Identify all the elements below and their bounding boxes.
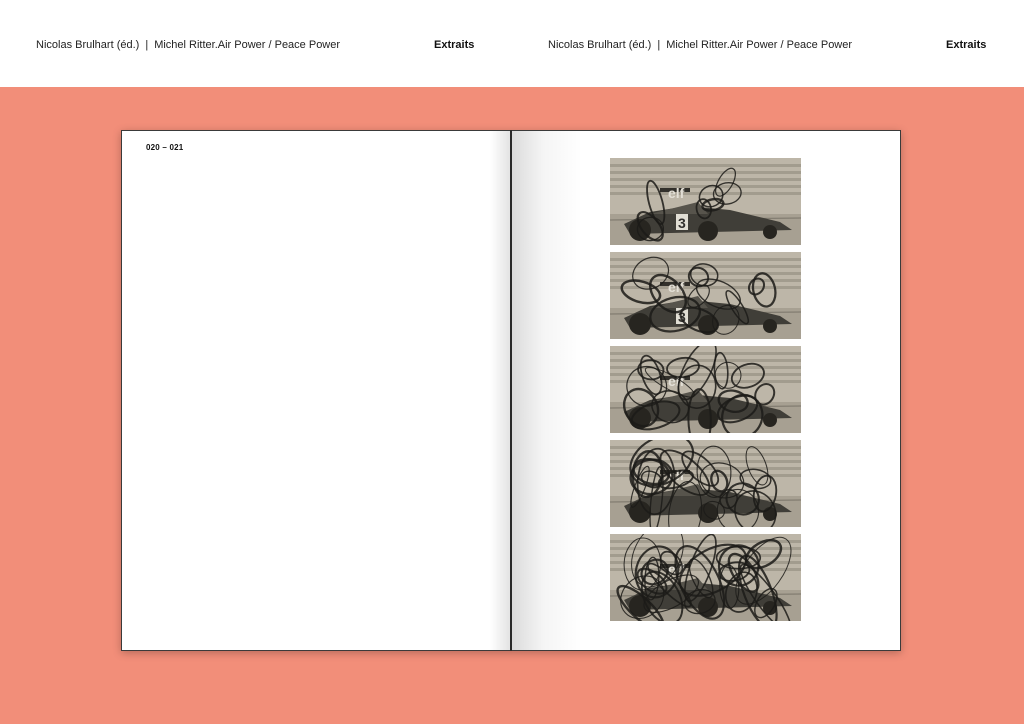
- credit-separator: |: [657, 39, 661, 51]
- photo-tint: [610, 158, 801, 245]
- left-page: 020 – 021: [121, 130, 512, 651]
- photo-tint: [610, 346, 801, 433]
- credit-separator: |: [145, 39, 149, 51]
- photo-image: elf3: [610, 158, 801, 245]
- race-car-photo: elf: [610, 534, 801, 621]
- header-credit-left: Nicolas Brulhart (éd.) | Michel Ritter.Air…: [36, 39, 340, 51]
- photo-tint: [610, 534, 801, 621]
- race-car-photo: elf: [610, 440, 801, 527]
- section-label-right: Extraits: [946, 39, 987, 51]
- gutter-shadow-left: [490, 131, 512, 650]
- book-spine: [510, 130, 512, 651]
- race-car-photo: elf 3: [610, 158, 801, 245]
- book-spread: 020 – 021 elf 3 elf 3 elf elf elf: [121, 130, 901, 651]
- credit-title: Michel Ritter.Air Power / Peace Power: [154, 39, 341, 51]
- right-page: elf 3 elf 3 elf elf elf: [511, 130, 901, 651]
- gutter-shadow-right: [512, 131, 582, 650]
- photo-image: elf3: [610, 252, 801, 339]
- photo-tint: [610, 440, 801, 527]
- credit-title: Michel Ritter.Air Power / Peace Power: [666, 39, 853, 51]
- photo-stack: elf 3 elf 3 elf elf elf: [610, 158, 801, 628]
- photo-image: elf: [610, 346, 801, 433]
- race-car-photo: elf 3: [610, 252, 801, 339]
- header-bar: Nicolas Brulhart (éd.) | Michel Ritter.Air…: [0, 0, 1024, 87]
- photo-image: elf: [610, 440, 801, 527]
- credit-authors: Nicolas Brulhart (éd.): [548, 39, 652, 51]
- credit-authors: Nicolas Brulhart (éd.): [36, 39, 140, 51]
- race-car-photo: elf: [610, 346, 801, 433]
- page-numbers: 020 – 021: [146, 143, 184, 152]
- header-credit-right: Nicolas Brulhart (éd.) | Michel Ritter.Air…: [548, 39, 852, 51]
- photo-image: elf: [610, 534, 801, 621]
- section-label-left: Extraits: [434, 39, 475, 51]
- photo-tint: [610, 252, 801, 339]
